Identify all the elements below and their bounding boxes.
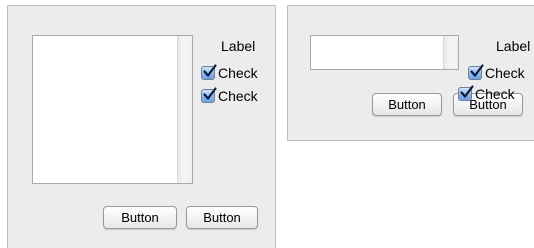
checkbox-2-label: Check [475, 86, 515, 102]
left-panel: Label Check Check Button Button [7, 5, 276, 248]
list-box[interactable] [32, 35, 193, 184]
list-box[interactable] [310, 35, 459, 70]
checkbox-checked-icon[interactable] [458, 85, 474, 101]
button-1[interactable]: Button [103, 206, 177, 229]
checkbox-checked-icon[interactable] [201, 87, 217, 103]
checkbox-2-label: Check [218, 88, 258, 104]
checkbox-1-label: Check [218, 65, 258, 81]
label-text: Label [496, 38, 531, 54]
button-1[interactable]: Button [372, 93, 442, 116]
label-text: Label [221, 38, 256, 54]
list-box-scrollbar[interactable] [443, 36, 458, 69]
checkbox-1-label: Check [485, 65, 525, 81]
button-2[interactable]: Button [186, 206, 258, 229]
list-box-scrollbar[interactable] [177, 36, 192, 183]
checkbox-checked-icon[interactable] [201, 64, 217, 80]
checkbox-checked-icon[interactable] [468, 64, 484, 80]
right-panel: Label Check Button Button Check [287, 5, 534, 141]
